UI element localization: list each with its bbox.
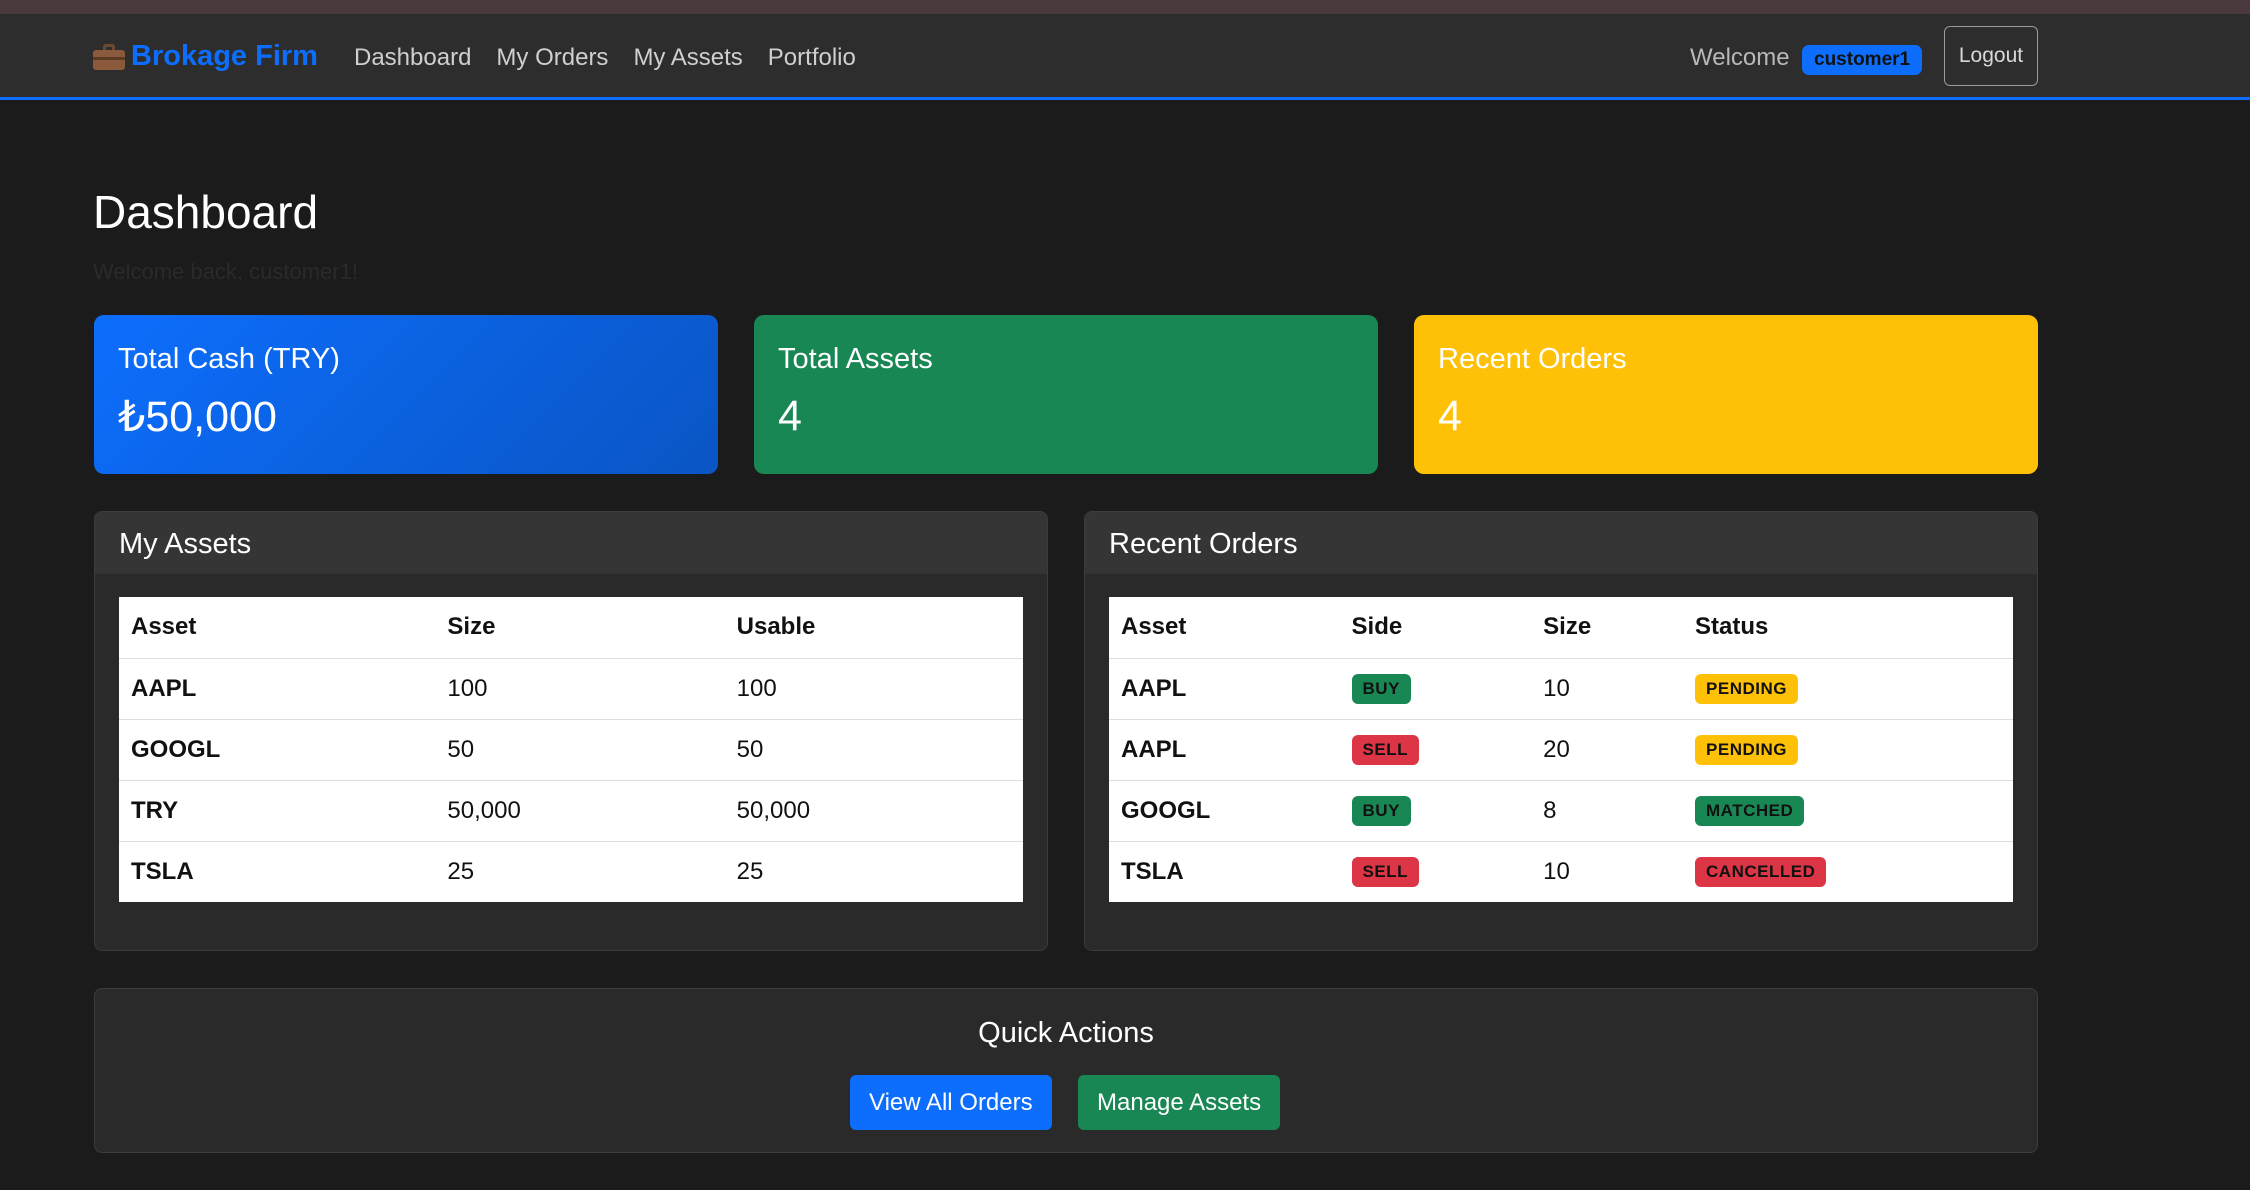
brand-name: Brokage Firm [131,40,318,72]
recent-orders-panel: Recent Orders Asset Side Size Status AAP… [1084,511,2038,951]
order-side-cell: BUY [1339,657,1532,719]
asset-name: AAPL [119,657,436,719]
status-badge-pending: PENDING [1695,735,1798,765]
recent-orders-label: Recent Orders [1438,343,1627,375]
orders-table-header: Asset Side Size Status [1109,597,2013,658]
order-asset: TSLA [1109,840,1340,902]
nav-link-my-assets[interactable]: My Assets [633,44,742,72]
recent-orders-card: Recent Orders 4 [1414,315,2038,474]
order-asset: AAPL [1109,718,1340,780]
table-row: AAPL BUY 10 PENDING [1109,657,2013,719]
table-row: GOOGL BUY 8 MATCHED [1109,779,2013,841]
asset-size: 100 [435,657,725,719]
view-all-orders-button[interactable]: View All Orders [850,1075,1052,1130]
table-row: GOOGL 50 50 [119,718,1023,780]
my-assets-panel: My Assets Asset Size Usable AAPL 100 100… [94,511,1048,951]
briefcase-icon [93,43,125,70]
page-subtitle: Welcome back, customer1! [93,259,358,284]
table-row: AAPL SELL 20 PENDING [1109,718,2013,780]
status-badge-matched: MATCHED [1695,796,1805,826]
order-status-cell: CANCELLED [1683,840,2013,902]
asset-name: GOOGL [119,718,436,780]
page-title: Dashboard [93,186,319,238]
order-status-cell: MATCHED [1683,779,2013,841]
order-status-cell: PENDING [1683,718,2013,780]
side-badge-buy: BUY [1351,674,1411,704]
my-assets-title: My Assets [95,512,1047,574]
order-asset: AAPL [1109,657,1340,719]
asset-size: 50,000 [435,779,725,841]
nav-links: Dashboard My Orders My Assets Portfolio [354,44,856,72]
asset-name: TSLA [119,840,436,902]
nav-link-my-orders[interactable]: My Orders [496,44,608,72]
logout-button[interactable]: Logout [1944,26,2038,86]
brand-link[interactable]: Brokage Firm [93,40,318,73]
order-size: 8 [1531,779,1684,841]
asset-usable: 50,000 [724,779,1023,841]
username-badge: customer1 [1802,45,1923,75]
recent-orders-title: Recent Orders [1085,512,2037,574]
side-badge-sell: SELL [1351,735,1419,765]
order-side-cell: SELL [1339,840,1532,902]
total-assets-label: Total Assets [778,343,933,375]
manage-assets-button[interactable]: Manage Assets [1078,1075,1281,1130]
order-asset: GOOGL [1109,779,1340,841]
asset-name: TRY [119,779,436,841]
column-header: Size [447,613,496,641]
asset-usable: 100 [724,657,1023,719]
total-cash-label: Total Cash (TRY) [118,343,340,375]
browser-top-strip [0,0,2250,14]
column-header: Side [1351,613,1403,641]
order-status-cell: PENDING [1683,657,2013,719]
total-cash-value: ₺50,000 [118,393,277,441]
welcome-text: Welcome [1690,44,1790,71]
side-badge-sell: SELL [1351,857,1419,888]
column-header: Usable [736,613,816,641]
column-header: Asset [131,613,197,641]
table-row: TSLA 25 25 [119,840,1023,902]
column-header: Status [1695,613,1769,641]
assets-table: Asset Size Usable AAPL 100 100 GOOGL 50 … [119,597,1023,902]
asset-size: 50 [435,718,725,780]
quick-actions-title: Quick Actions [978,1017,1154,1049]
orders-table: Asset Side Size Status AAPL BUY 10 PENDI… [1109,597,2013,902]
recent-orders-value: 4 [1438,392,1462,440]
asset-size: 25 [435,840,725,902]
status-badge-pending: PENDING [1695,674,1798,704]
side-badge-buy: BUY [1351,796,1411,826]
order-side-cell: SELL [1339,718,1532,780]
nav-link-dashboard[interactable]: Dashboard [354,44,471,72]
column-header: Asset [1121,613,1187,641]
column-header: Size [1543,613,1592,641]
order-size: 10 [1531,840,1684,902]
navbar: Brokage Firm Dashboard My Orders My Asse… [0,14,2250,100]
order-size: 10 [1531,657,1684,719]
nav-link-portfolio[interactable]: Portfolio [768,44,856,72]
table-row: TSLA SELL 10 CANCELLED [1109,840,2013,902]
total-assets-card: Total Assets 4 [754,315,1378,474]
quick-actions-panel: Quick Actions View All Orders Manage Ass… [94,988,2038,1153]
status-badge-cancelled: CANCELLED [1695,857,1827,888]
total-cash-card: Total Cash (TRY) ₺50,000 [94,315,718,474]
asset-usable: 50 [724,718,1023,780]
asset-usable: 25 [724,840,1023,902]
order-size: 20 [1531,718,1684,780]
order-side-cell: BUY [1339,779,1532,841]
assets-table-header: Asset Size Usable [119,597,1023,658]
table-row: AAPL 100 100 [119,657,1023,719]
table-row: TRY 50,000 50,000 [119,779,1023,841]
total-assets-value: 4 [778,392,802,440]
